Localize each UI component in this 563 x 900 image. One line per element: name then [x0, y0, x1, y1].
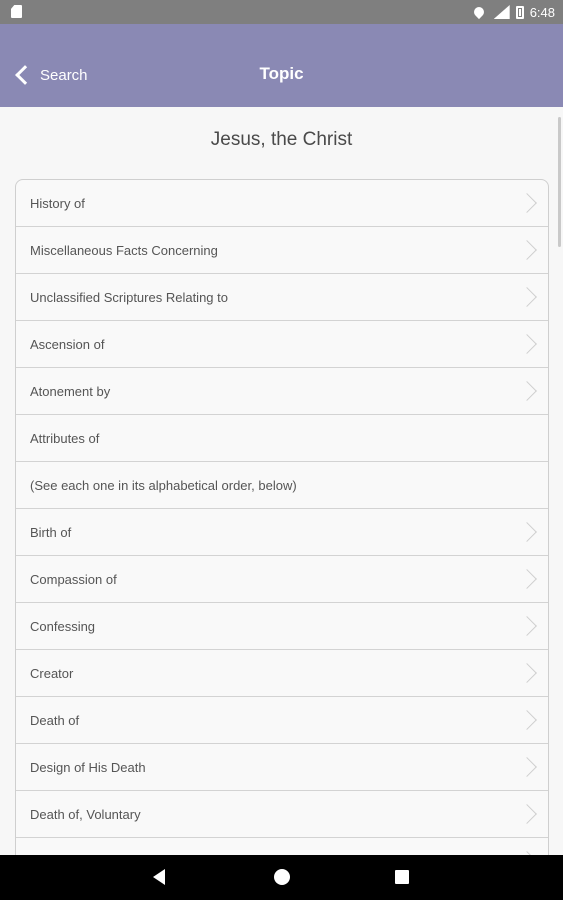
- topic-row[interactable]: Miscellaneous Facts Concerning: [16, 227, 548, 274]
- chevron-right-icon: [517, 710, 537, 730]
- topic-row[interactable]: Compassion of: [16, 556, 548, 603]
- topic-row-label: History of: [30, 196, 85, 211]
- topic-row[interactable]: Confessing: [16, 603, 548, 650]
- topic-row[interactable]: Death of, Voluntary: [16, 791, 548, 838]
- topic-row[interactable]: Deity of: [16, 838, 548, 855]
- app-bar: Search Topic: [0, 24, 563, 107]
- chevron-right-icon: [517, 287, 537, 307]
- topic-row-label: (See each one in its alphabetical order,…: [30, 478, 297, 493]
- topic-row[interactable]: Death of: [16, 697, 548, 744]
- topic-content[interactable]: Jesus, the Christ History of Miscellaneou…: [0, 107, 563, 855]
- topic-row[interactable]: Ascension of: [16, 321, 548, 368]
- signal-tag: LTE: [491, 3, 505, 10]
- topic-row[interactable]: Unclassified Scriptures Relating to: [16, 274, 548, 321]
- topic-row-label: Confessing: [30, 619, 96, 634]
- chevron-right-icon: [517, 381, 537, 401]
- topic-list: History of Miscellaneous Facts Concerning…: [15, 179, 549, 855]
- location-icon: [471, 4, 486, 20]
- topic-row[interactable]: Attributes of: [16, 415, 548, 462]
- chevron-right-icon: [517, 522, 537, 542]
- topic-row-label: Birth of: [30, 525, 72, 540]
- chevron-right-icon: [517, 616, 537, 636]
- topic-row[interactable]: Design of His Death: [16, 744, 548, 791]
- page-heading: Jesus, the Christ: [210, 129, 353, 150]
- topic-row-label: Compassion of: [30, 572, 117, 587]
- chevron-right-icon: [517, 193, 537, 213]
- app-title: Topic: [259, 64, 304, 83]
- topic-row[interactable]: (See each one in its alphabetical order,…: [16, 462, 548, 509]
- navigation-bar: [0, 855, 563, 900]
- topic-row-label: Death of: [30, 713, 80, 728]
- topic-row[interactable]: History of: [16, 180, 548, 227]
- status-bar: LTE 6:48: [0, 0, 563, 24]
- chevron-right-icon: [517, 804, 537, 824]
- topic-row-label: Atonement by: [30, 384, 111, 399]
- chevron-right-icon: [517, 334, 537, 354]
- topic-row-label: Deity of: [30, 838, 74, 855]
- chevron-right-icon: [517, 569, 537, 589]
- home-circle-icon[interactable]: [274, 869, 290, 885]
- chevron-right-icon: [517, 663, 537, 683]
- topic-row[interactable]: Birth of: [16, 509, 548, 556]
- topic-row[interactable]: Atonement by: [16, 368, 548, 415]
- status-time: 6:48: [529, 4, 555, 20]
- battery-icon: [515, 5, 524, 19]
- topic-row-label: Miscellaneous Facts Concerning: [30, 243, 218, 258]
- recents-square-icon[interactable]: [395, 870, 409, 884]
- topic-row-label: Death of, Voluntary: [30, 807, 141, 822]
- signal-icon: LTE: [491, 3, 510, 19]
- topic-row-label: Ascension of: [30, 337, 105, 352]
- topic-row-label: Creator: [30, 666, 74, 681]
- back-triangle-icon[interactable]: [153, 869, 165, 885]
- topic-row[interactable]: Creator: [16, 650, 548, 697]
- chevron-right-icon: [517, 757, 537, 777]
- topic-row-label: Design of His Death: [30, 760, 146, 775]
- topic-row-label: Unclassified Scriptures Relating to: [30, 290, 228, 305]
- sim-icon: [11, 5, 22, 18]
- status-icons: LTE 6:48: [471, 0, 555, 24]
- chevron-right-icon: [517, 240, 537, 260]
- topic-row-label: Attributes of: [30, 431, 100, 446]
- scrollbar[interactable]: [558, 117, 561, 247]
